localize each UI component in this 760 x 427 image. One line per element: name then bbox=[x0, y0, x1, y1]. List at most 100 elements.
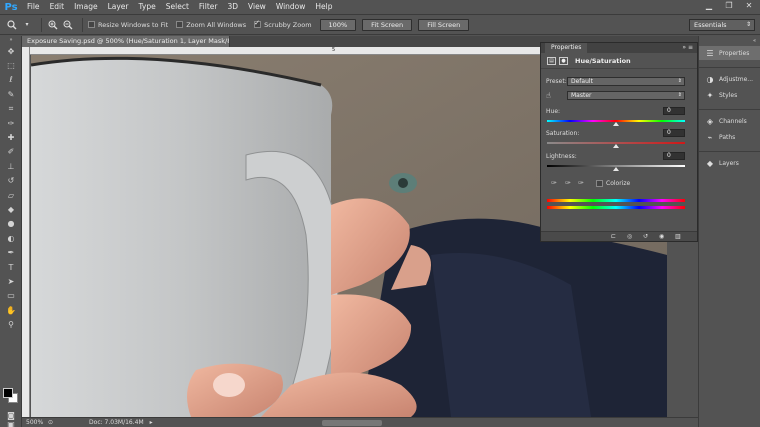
menu-type[interactable]: Type bbox=[134, 0, 161, 14]
move-tool-icon[interactable]: ✥ bbox=[0, 44, 22, 58]
screen-mode-icon[interactable]: ▣ bbox=[0, 420, 22, 427]
adjustment-layer-icon[interactable]: ▤ bbox=[547, 56, 556, 65]
menu-filter[interactable]: Filter bbox=[194, 0, 223, 14]
colorize-checkbox[interactable]: Colorize bbox=[596, 180, 630, 187]
zoom-level[interactable]: 500% bbox=[22, 419, 46, 426]
close-icon[interactable]: ✕ bbox=[744, 1, 754, 11]
eyedropper-icon[interactable]: ✑ bbox=[551, 179, 557, 187]
reset-icon[interactable]: ↺ bbox=[643, 233, 648, 240]
eyedropper-tool-icon[interactable]: ✑ bbox=[0, 116, 22, 130]
color-swatches[interactable] bbox=[3, 388, 19, 404]
resize-windows-checkbox[interactable]: Resize Windows to Fit bbox=[88, 21, 168, 29]
eyedropper-subtract-icon[interactable]: ✑ bbox=[578, 179, 584, 187]
shape-tool-icon[interactable]: ▭ bbox=[0, 289, 22, 303]
dock-item-adjustments[interactable]: ◑ Adjustme... bbox=[699, 72, 760, 86]
fill-screen-button[interactable]: Fill Screen bbox=[418, 18, 470, 31]
hue-value[interactable]: 0 bbox=[663, 107, 685, 115]
document-size[interactable]: Doc: 7.03M/16.4M bbox=[89, 419, 144, 426]
checkbox-box[interactable] bbox=[596, 180, 603, 187]
zoom-tool-icon[interactable]: ⚲ bbox=[0, 317, 22, 331]
preset-select[interactable]: Default bbox=[567, 77, 685, 86]
type-tool-icon[interactable]: T bbox=[0, 260, 22, 274]
path-selection-tool-icon[interactable]: ➤ bbox=[0, 274, 22, 288]
zoom-tool-icon[interactable] bbox=[6, 19, 18, 31]
pen-tool-icon[interactable]: ✒ bbox=[0, 245, 22, 259]
blur-tool-icon[interactable]: ● bbox=[0, 217, 22, 231]
visibility-eye-icon[interactable]: ◉ bbox=[659, 233, 664, 240]
dodge-tool-icon[interactable]: ◐ bbox=[0, 231, 22, 245]
status-menu-chevron-icon[interactable]: ▸ bbox=[150, 419, 153, 426]
menu-edit[interactable]: Edit bbox=[45, 0, 70, 14]
export-icon[interactable]: ⊙ bbox=[48, 419, 53, 426]
saturation-value[interactable]: 0 bbox=[663, 129, 685, 137]
menu-view[interactable]: View bbox=[243, 0, 271, 14]
eyedropper-add-icon[interactable]: ✑ bbox=[565, 179, 571, 187]
input-spectrum-bar bbox=[547, 199, 685, 202]
checkbox-box[interactable] bbox=[176, 21, 184, 28]
channel-select[interactable]: Master bbox=[567, 91, 685, 100]
lasso-tool-icon[interactable]: ℓ bbox=[0, 73, 22, 87]
dock-item-label: Styles bbox=[719, 91, 738, 99]
clip-to-layer-icon[interactable]: ⊏ bbox=[611, 233, 616, 240]
ruler-mark: 5 bbox=[332, 47, 336, 53]
properties-panel-header[interactable]: Properties » ≡ bbox=[541, 43, 697, 53]
workspace-select[interactable]: Essentials bbox=[689, 19, 755, 31]
lightness-label: Lightness: bbox=[546, 153, 577, 160]
document-tab[interactable]: Exposure Saving.psd @ 500% (Hue/Saturati… bbox=[22, 36, 230, 47]
zoom-100-button[interactable]: 100% bbox=[319, 18, 357, 31]
document-tab-title: Exposure Saving.psd @ 500% (Hue/Saturati… bbox=[27, 37, 230, 45]
checkbox-box-checked[interactable] bbox=[254, 19, 262, 28]
view-previous-icon[interactable]: ◎ bbox=[627, 233, 632, 240]
tools-panel: » ✥ ⬚ ℓ ✎ ⌗ ✑ ✚ ✐ ⊥ ↺ ▱ ◆ ● ◐ ✒ T ➤ ▭ ✋ … bbox=[0, 36, 22, 427]
menu-select[interactable]: Select bbox=[161, 0, 194, 14]
zoom-all-windows-checkbox[interactable]: Zoom All Windows bbox=[176, 21, 246, 29]
dock-item-styles[interactable]: ✦ Styles bbox=[699, 88, 760, 102]
horizontal-scrollbar[interactable] bbox=[322, 420, 382, 426]
dock-collapse-icon[interactable]: « bbox=[699, 36, 760, 46]
history-brush-tool-icon[interactable]: ↺ bbox=[0, 174, 22, 188]
fit-screen-button[interactable]: Fit Screen bbox=[362, 18, 413, 31]
divider bbox=[41, 17, 42, 32]
targeted-adjustment-icon[interactable]: ☝ bbox=[546, 91, 551, 100]
menu-3d[interactable]: 3D bbox=[222, 0, 243, 14]
zoom-all-windows-label: Zoom All Windows bbox=[186, 20, 247, 29]
healing-brush-tool-icon[interactable]: ✚ bbox=[0, 130, 22, 144]
minimize-icon[interactable]: ▁ bbox=[704, 1, 714, 11]
properties-tab[interactable]: Properties bbox=[545, 43, 588, 53]
layer-mask-icon[interactable]: ● bbox=[559, 56, 568, 65]
dock-item-channels[interactable]: ◈ Channels bbox=[699, 114, 760, 128]
toolbar-collapse-icon[interactable]: » bbox=[0, 36, 22, 44]
restore-icon[interactable]: ❐ bbox=[724, 1, 734, 11]
lightness-slider-thumb[interactable] bbox=[613, 167, 619, 171]
menu-layer[interactable]: Layer bbox=[103, 0, 134, 14]
saturation-slider-thumb[interactable] bbox=[613, 144, 619, 148]
lightness-value[interactable]: 0 bbox=[663, 152, 685, 160]
crop-tool-icon[interactable]: ⌗ bbox=[0, 102, 22, 116]
menu-window[interactable]: Window bbox=[271, 0, 311, 14]
dock-item-properties[interactable]: ☰ Properties bbox=[699, 46, 760, 60]
menu-help[interactable]: Help bbox=[310, 0, 337, 14]
checkbox-box[interactable] bbox=[88, 21, 95, 28]
hue-slider-thumb[interactable] bbox=[613, 122, 619, 126]
delete-icon[interactable]: ▥ bbox=[675, 233, 681, 240]
vertical-ruler[interactable] bbox=[22, 47, 30, 417]
properties-panel: Properties » ≡ ▤ ● Hue/Saturation Preset… bbox=[540, 42, 698, 242]
hand-tool-icon[interactable]: ✋ bbox=[0, 303, 22, 317]
dock-item-paths[interactable]: ⌁ Paths bbox=[699, 130, 760, 144]
tool-preset-chevron-icon[interactable]: ▾ bbox=[21, 19, 33, 31]
marquee-tool-icon[interactable]: ⬚ bbox=[0, 58, 22, 72]
zoom-in-icon[interactable] bbox=[47, 19, 59, 31]
panel-menu-icon[interactable]: » ≡ bbox=[682, 43, 693, 53]
clone-stamp-tool-icon[interactable]: ⊥ bbox=[0, 159, 22, 173]
output-spectrum-bar bbox=[547, 206, 685, 209]
menu-image[interactable]: Image bbox=[69, 0, 103, 14]
brush-tool-icon[interactable]: ✐ bbox=[0, 145, 22, 159]
scrubby-zoom-checkbox[interactable]: Scrubby Zoom bbox=[254, 19, 312, 29]
menu-file[interactable]: File bbox=[22, 0, 45, 14]
foreground-color-swatch[interactable] bbox=[3, 388, 13, 398]
quick-select-tool-icon[interactable]: ✎ bbox=[0, 87, 22, 101]
zoom-out-icon[interactable] bbox=[62, 19, 74, 31]
dock-item-layers[interactable]: ◆ Layers bbox=[699, 156, 760, 170]
eraser-tool-icon[interactable]: ▱ bbox=[0, 188, 22, 202]
paint-bucket-tool-icon[interactable]: ◆ bbox=[0, 202, 22, 216]
